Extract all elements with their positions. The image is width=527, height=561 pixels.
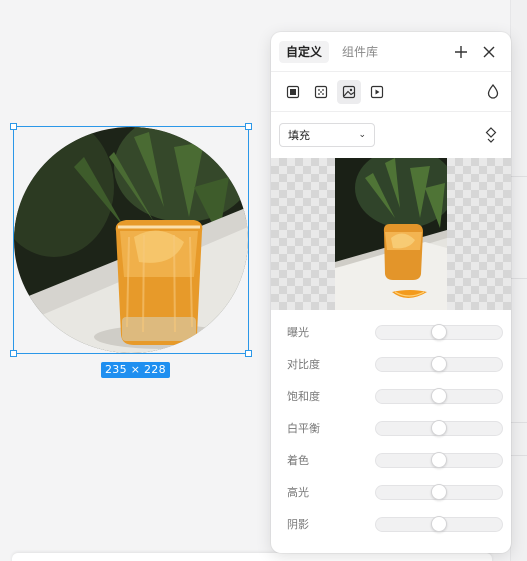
panel-header: 自定义 组件库 <box>271 32 511 72</box>
selected-image-frame[interactable] <box>10 123 252 357</box>
adjust-row-tint: 着色 <box>271 444 511 476</box>
adjust-label: 饱和度 <box>287 390 320 403</box>
adjust-row-contrast: 对比度 <box>271 348 511 380</box>
tab-custom[interactable]: 自定义 <box>279 40 330 63</box>
tint-slider[interactable] <box>375 451 503 468</box>
resize-handle-bottom-left[interactable] <box>10 350 17 357</box>
resize-handle-top-right[interactable] <box>245 123 252 130</box>
tab-component-library[interactable]: 组件库 <box>335 41 385 63</box>
size-badge: 235 × 228 <box>101 362 170 378</box>
canvas-divider <box>511 422 527 423</box>
preview-photo <box>335 158 447 310</box>
adjust-label: 着色 <box>287 454 309 467</box>
image-preview[interactable] <box>271 158 511 310</box>
slider-thumb[interactable] <box>431 483 447 500</box>
adjust-label: 白平衡 <box>287 422 320 435</box>
canvas-divider <box>511 278 527 279</box>
adjust-row-white-balance: 白平衡 <box>271 412 511 444</box>
video-fill-icon[interactable] <box>365 80 389 104</box>
slider-thumb[interactable] <box>431 355 447 372</box>
swap-icon[interactable] <box>483 127 499 143</box>
fill-type-value: 填充 <box>288 129 310 142</box>
bottom-toolbar <box>12 553 492 561</box>
slider-thumb[interactable] <box>431 515 447 532</box>
exposure-slider[interactable] <box>375 323 503 340</box>
resize-handle-bottom-right[interactable] <box>245 350 252 357</box>
fill-mode-row <box>271 72 511 112</box>
shadows-slider[interactable] <box>375 515 503 532</box>
adjust-label: 高光 <box>287 486 309 499</box>
slider-thumb[interactable] <box>431 451 447 468</box>
adjust-row-saturation: 饱和度 <box>271 380 511 412</box>
adjust-row-shadows: 阴影 <box>271 508 511 540</box>
adjust-row-exposure: 曝光 <box>271 316 511 348</box>
adjust-label: 对比度 <box>287 358 320 371</box>
canvas-divider <box>511 455 527 456</box>
close-icon[interactable] <box>481 44 497 60</box>
circular-photo[interactable] <box>14 127 248 353</box>
image-fill-icon[interactable] <box>337 79 361 104</box>
contrast-slider[interactable] <box>375 355 503 372</box>
gradient-fill-icon[interactable] <box>309 80 333 104</box>
solid-fill-icon[interactable] <box>281 80 305 104</box>
canvas-divider <box>511 176 527 177</box>
chevron-down-icon: ⌄ <box>358 130 366 140</box>
canvas-right-strip <box>510 0 527 561</box>
adjust-label: 曝光 <box>287 326 309 339</box>
adjust-label: 阴影 <box>287 518 309 531</box>
plus-icon[interactable] <box>453 44 469 60</box>
droplet-icon[interactable] <box>485 84 501 100</box>
fill-type-row: 填充 ⌄ <box>271 112 511 158</box>
slider-thumb[interactable] <box>431 323 447 340</box>
adjust-row-highlights: 高光 <box>271 476 511 508</box>
highlights-slider[interactable] <box>375 483 503 500</box>
fill-type-select[interactable]: 填充 ⌄ <box>279 123 375 147</box>
resize-handle-top-left[interactable] <box>10 123 17 130</box>
fill-panel: 自定义 组件库 填充 ⌄ 曝光 对比度 饱和度 白平衡 着色 高光 阴影 <box>271 32 511 553</box>
white-balance-slider[interactable] <box>375 419 503 436</box>
slider-thumb[interactable] <box>431 387 447 404</box>
adjustment-list: 曝光 对比度 饱和度 白平衡 着色 高光 阴影 <box>271 310 511 540</box>
slider-thumb[interactable] <box>431 419 447 436</box>
saturation-slider[interactable] <box>375 387 503 404</box>
drink-photo <box>14 127 248 353</box>
